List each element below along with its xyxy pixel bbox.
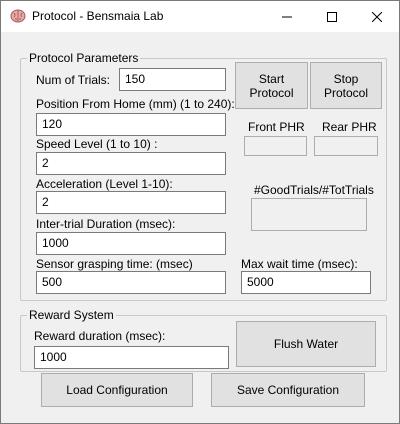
save-configuration-button[interactable]: Save Configuration [211, 373, 365, 407]
load-configuration-button[interactable]: Load Configuration [41, 373, 193, 407]
stop-protocol-button[interactable]: Stop Protocol [310, 62, 382, 109]
inter-trial-duration-field[interactable]: 1000 [36, 232, 226, 255]
sensor-grasping-time-field[interactable]: 500 [36, 271, 226, 294]
num-trials-label: Num of Trials: [36, 73, 111, 87]
max-wait-time-label: Max wait time (msec): [241, 257, 358, 271]
acceleration-field[interactable]: 2 [36, 191, 226, 214]
max-wait-time-field[interactable]: 5000 [241, 271, 371, 294]
speed-level-field[interactable]: 2 [36, 152, 226, 175]
rear-phr-readout [314, 136, 378, 156]
maximize-icon [326, 11, 337, 22]
minimize-icon [281, 16, 292, 17]
maximize-button[interactable] [309, 1, 354, 32]
brain-icon [10, 8, 26, 24]
close-icon [371, 11, 382, 22]
reward-duration-label: Reward duration (msec): [34, 329, 166, 343]
flush-water-button[interactable]: Flush Water [236, 321, 376, 367]
inter-trial-duration-label: Inter-trial Duration (msec): [36, 217, 176, 231]
front-phr-label: Front PHR [248, 120, 305, 134]
rear-phr-label: Rear PHR [322, 120, 377, 134]
speed-level-label: Speed Level (1 to 10) : [36, 137, 158, 151]
protocol-parameters-title: Protocol Parameters [27, 51, 141, 65]
reward-duration-field[interactable]: 1000 [34, 346, 229, 369]
position-from-home-label: Position From Home (mm) (1 to 240): [36, 97, 235, 111]
front-phr-readout [244, 136, 307, 156]
window-title: Protocol - Bensmaia Lab [32, 9, 164, 23]
position-from-home-field[interactable]: 120 [36, 113, 226, 136]
protocol-window: Protocol - Bensmaia Lab Protocol Paramet… [0, 0, 400, 424]
close-button[interactable] [354, 1, 399, 32]
sensor-grasping-time-label: Sensor grasping time: (msec) [36, 257, 193, 271]
reward-system-title: Reward System [27, 308, 116, 322]
acceleration-label: Acceleration (Level 1-10): [36, 177, 173, 191]
title-bar: Protocol - Bensmaia Lab [1, 1, 399, 32]
start-protocol-button[interactable]: Start Protocol [235, 62, 308, 109]
minimize-button[interactable] [264, 1, 309, 32]
num-trials-field[interactable]: 150 [119, 68, 226, 91]
good-trials-label: #GoodTrials/#TotTrials [254, 183, 374, 197]
good-trials-readout [251, 198, 367, 231]
